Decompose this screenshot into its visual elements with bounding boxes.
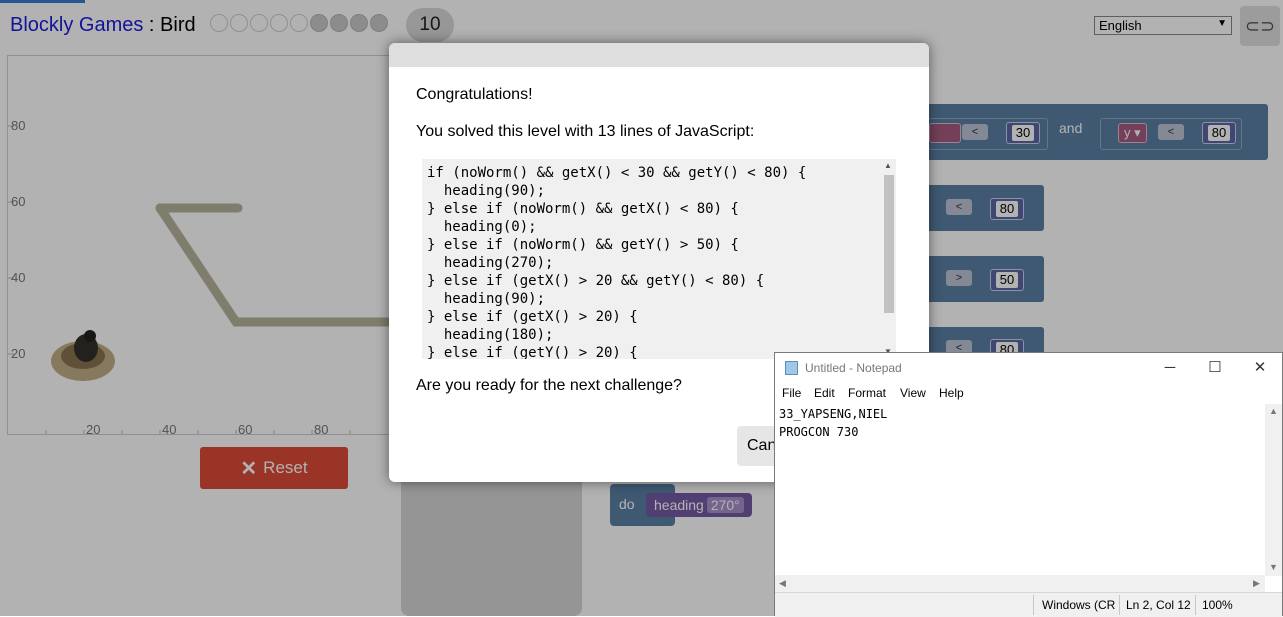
status-encoding: Windows (CR	[1042, 598, 1116, 612]
text-line: PROGCON 730	[779, 425, 859, 439]
menu-view[interactable]: View	[900, 386, 926, 400]
notepad-titlebar[interactable]: Untitled - Notepad ─ ☐ ✕	[775, 353, 1282, 383]
code-line: } else if (getX() > 20 && getY() < 80) {	[427, 273, 765, 289]
code-line: heading(90);	[427, 291, 546, 307]
scroll-left-icon[interactable]: ◀	[779, 578, 786, 589]
status-zoom: 100%	[1202, 598, 1233, 612]
code-line: heading(270);	[427, 255, 554, 271]
scroll-right-icon[interactable]: ▶	[1253, 578, 1260, 589]
congrats-heading: Congratulations!	[416, 86, 533, 103]
dialog-header[interactable]	[389, 43, 929, 67]
minimize-icon[interactable]: ─	[1155, 357, 1185, 379]
solved-message: You solved this level with 13 lines of J…	[416, 123, 755, 140]
notepad-menubar: File Edit Format View Help	[775, 384, 1282, 404]
scroll-down-icon[interactable]: ▼	[1269, 562, 1278, 572]
status-separator	[1195, 595, 1196, 615]
code-line: heading(0);	[427, 219, 537, 235]
code-scrollbar[interactable]: ▲ ▼	[882, 159, 896, 359]
code-line: } else if (getX() > 20) {	[427, 309, 638, 325]
menu-format[interactable]: Format	[848, 386, 886, 400]
window-close-icon[interactable]: ✕	[1245, 357, 1275, 379]
maximize-icon[interactable]: ☐	[1200, 357, 1230, 379]
code-line: heading(180);	[427, 327, 554, 343]
scroll-up-icon[interactable]: ▲	[884, 161, 892, 170]
scroll-up-icon[interactable]: ▲	[1269, 406, 1278, 416]
notepad-window: Untitled - Notepad ─ ☐ ✕ File Edit Forma…	[774, 352, 1283, 617]
scroll-thumb[interactable]	[884, 175, 894, 313]
code-display: if (noWorm() && getX() < 30 && getY() < …	[422, 159, 896, 359]
code-line: } else if (getY() > 20) {	[427, 345, 638, 359]
menu-help[interactable]: Help	[939, 386, 964, 400]
horizontal-scrollbar[interactable]: ◀ ▶	[775, 575, 1265, 592]
code-line: if (noWorm() && getX() < 30 && getY() < …	[427, 165, 807, 181]
menu-edit[interactable]: Edit	[814, 386, 835, 400]
code-line: } else if (noWorm() && getY() > 50) {	[427, 237, 739, 253]
code-line: heading(90);	[427, 183, 546, 199]
menu-file[interactable]: File	[782, 386, 801, 400]
notepad-title: Untitled - Notepad	[805, 361, 902, 375]
notepad-text-area[interactable]: 33_YAPSENG,NIEL PROGCON 730	[779, 405, 1264, 575]
status-separator	[1033, 595, 1034, 615]
notepad-icon	[785, 361, 798, 375]
code-line: } else if (noWorm() && getX() < 80) {	[427, 201, 739, 217]
status-separator	[1119, 595, 1120, 615]
status-position: Ln 2, Col 12	[1126, 598, 1191, 612]
vertical-scrollbar[interactable]: ▲ ▼	[1265, 404, 1282, 576]
text-line: 33_YAPSENG,NIEL	[779, 407, 888, 421]
next-challenge-prompt: Are you ready for the next challenge?	[416, 377, 682, 394]
notepad-statusbar: Windows (CR Ln 2, Col 12 100%	[775, 592, 1282, 617]
